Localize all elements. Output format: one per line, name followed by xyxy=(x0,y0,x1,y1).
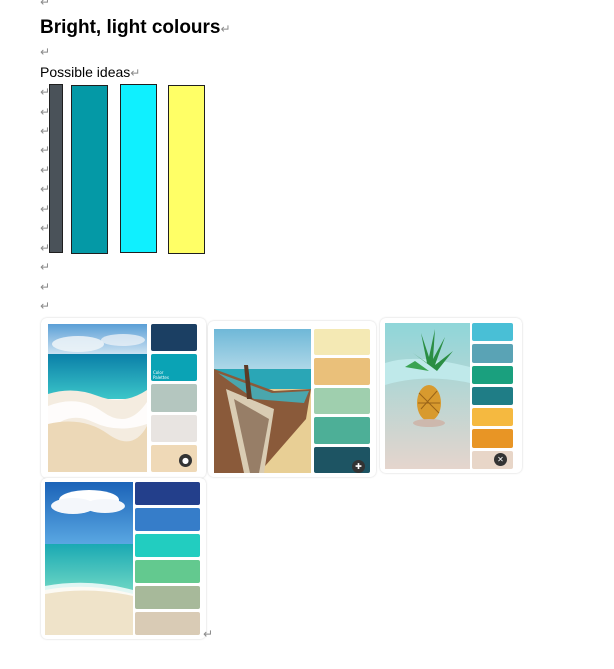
color-bar-yellow[interactable] xyxy=(168,85,205,254)
close-icon[interactable]: ✕ xyxy=(494,453,507,466)
old-boat-swatches xyxy=(314,329,370,474)
palette-swatch xyxy=(151,414,197,442)
palette-swatch xyxy=(135,482,200,505)
palette-swatch xyxy=(472,365,513,384)
palette-swatch xyxy=(135,586,200,609)
palette-swatch xyxy=(135,534,200,557)
subheading: Possible ideas↵ xyxy=(40,64,141,80)
paragraph-mark: ↵ xyxy=(40,280,51,294)
pineapple-photo xyxy=(385,323,470,469)
palette-swatch xyxy=(314,329,370,356)
palette-swatch xyxy=(135,508,200,531)
palette-swatch xyxy=(472,344,513,363)
palette-swatch xyxy=(314,358,370,385)
paragraph-mark: ↵ xyxy=(40,260,51,274)
palette-swatch xyxy=(135,560,200,583)
palette-swatch xyxy=(472,408,513,427)
page-title: Bright, light colours↵ xyxy=(40,17,231,38)
paragraph-mark: ↵ xyxy=(220,22,231,36)
paragraph-mark: ↵ xyxy=(130,66,141,80)
paragraph-mark: ↵ xyxy=(40,299,51,313)
palette-swatch xyxy=(472,429,513,448)
palette-swatch xyxy=(472,323,513,342)
paragraph-mark: ↵ xyxy=(203,627,214,641)
old-boat-palette-image[interactable]: ✚ xyxy=(208,321,376,477)
paragraph-mark: ↵ xyxy=(40,0,51,9)
arrows-icon[interactable]: ✚ xyxy=(352,460,365,473)
palette-swatch xyxy=(135,612,200,635)
tropical-sea-palette-image[interactable] xyxy=(41,478,206,639)
pineapple-swatches xyxy=(472,323,513,469)
palette-swatch xyxy=(472,386,513,406)
lock-icon[interactable]: ● xyxy=(179,454,192,467)
palette-swatch xyxy=(151,384,197,412)
color-bar-cyan[interactable] xyxy=(120,84,157,253)
pineapple-palette-image[interactable]: ✕ xyxy=(380,318,522,473)
old-boat-photo xyxy=(214,329,311,473)
color-bar-dark-slate[interactable] xyxy=(49,84,63,253)
beach-waves-photo xyxy=(48,324,147,472)
tropical-sea-swatches xyxy=(135,482,200,635)
beach-waves-swatches xyxy=(151,324,197,473)
beach-waves-palette-image[interactable]: Color Palettes ● xyxy=(41,318,206,478)
paragraph-mark: ↵ xyxy=(40,45,51,59)
palette-swatch xyxy=(314,417,370,444)
color-bar-teal[interactable] xyxy=(71,85,108,254)
tropical-sea-photo xyxy=(45,482,133,635)
palette-swatch xyxy=(151,324,197,352)
palette-swatch xyxy=(314,387,370,415)
card-label: Color Palettes xyxy=(153,370,169,380)
